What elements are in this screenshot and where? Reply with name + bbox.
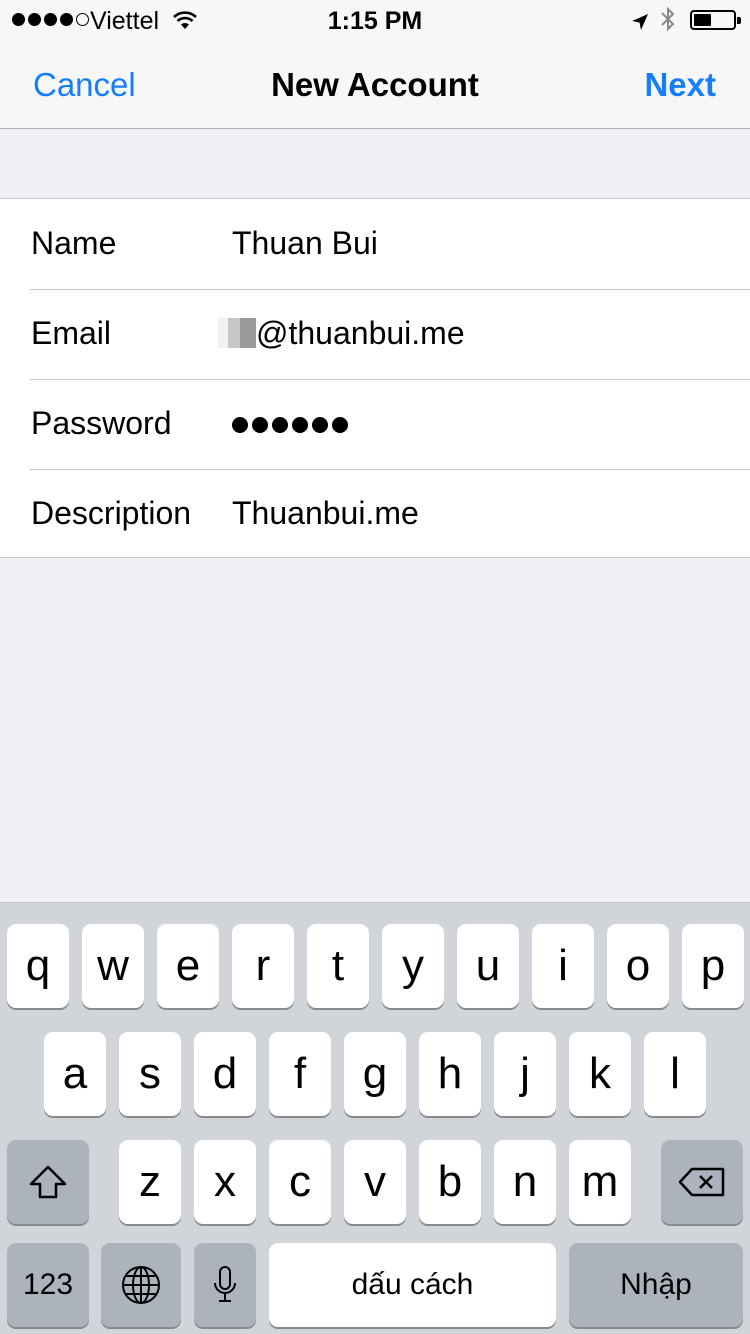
space-key[interactable]: dấu cách <box>269 1243 556 1327</box>
key-m[interactable]: m <box>569 1140 631 1224</box>
next-button[interactable]: Next <box>644 66 716 104</box>
microphone-icon <box>214 1266 236 1302</box>
globe-key[interactable] <box>101 1243 181 1327</box>
return-key[interactable]: Nhập <box>569 1243 743 1327</box>
email-domain: @thuanbui.me <box>256 315 465 351</box>
key-l[interactable]: l <box>644 1032 706 1116</box>
key-i[interactable]: i <box>532 924 594 1008</box>
key-k[interactable]: k <box>569 1032 631 1116</box>
key-q[interactable]: q <box>7 924 69 1008</box>
shift-icon <box>29 1165 67 1199</box>
key-b[interactable]: b <box>419 1140 481 1224</box>
bluetooth-icon <box>660 6 676 39</box>
backspace-icon <box>678 1167 725 1197</box>
description-field[interactable]: Thuanbui.me <box>232 495 419 532</box>
globe-icon <box>122 1266 160 1304</box>
key-g[interactable]: g <box>344 1032 406 1116</box>
key-a[interactable]: a <box>44 1032 106 1116</box>
email-label: Email <box>31 315 112 351</box>
key-f[interactable]: f <box>269 1032 331 1116</box>
email-field[interactable]: @thuanbui.me <box>218 315 465 352</box>
key-c[interactable]: c <box>269 1140 331 1224</box>
password-label: Password <box>31 405 172 441</box>
key-r[interactable]: r <box>232 924 294 1008</box>
key-w[interactable]: w <box>82 924 144 1008</box>
redacted-email-user <box>218 318 256 348</box>
name-row[interactable]: Name Thuan Bui <box>0 199 750 289</box>
account-form: Name Thuan Bui Email @thuanbui.me Passwo… <box>0 198 750 558</box>
key-h[interactable]: h <box>419 1032 481 1116</box>
key-p[interactable]: p <box>682 924 744 1008</box>
password-field[interactable] <box>232 417 348 433</box>
key-u[interactable]: u <box>457 924 519 1008</box>
description-label: Description <box>31 495 192 531</box>
key-d[interactable]: d <box>194 1032 256 1116</box>
status-bar: Viettel 1:15 PM <box>0 0 750 40</box>
location-arrow-icon <box>631 10 649 38</box>
battery-icon <box>690 10 741 30</box>
dictation-key[interactable] <box>194 1243 256 1327</box>
name-label: Name <box>31 225 117 261</box>
name-field[interactable]: Thuan Bui <box>232 225 378 262</box>
shift-key[interactable] <box>7 1140 89 1224</box>
key-z[interactable]: z <box>119 1140 181 1224</box>
keyboard: q w e r t y u i o p a s d f g h j k l z … <box>0 902 750 1334</box>
key-v[interactable]: v <box>344 1140 406 1224</box>
email-row[interactable]: Email @thuanbui.me <box>0 289 750 379</box>
numbers-key[interactable]: 123 <box>7 1243 89 1327</box>
key-n[interactable]: n <box>494 1140 556 1224</box>
password-row[interactable]: Password <box>0 379 750 469</box>
page-title: New Account <box>271 66 479 103</box>
top-bar: Viettel 1:15 PM Cancel New Account Next <box>0 0 750 129</box>
description-row[interactable]: Description Thuanbui.me <box>0 469 750 559</box>
key-o[interactable]: o <box>607 924 669 1008</box>
key-t[interactable]: t <box>307 924 369 1008</box>
backspace-key[interactable] <box>661 1140 743 1224</box>
key-x[interactable]: x <box>194 1140 256 1224</box>
key-j[interactable]: j <box>494 1032 556 1116</box>
key-y[interactable]: y <box>382 924 444 1008</box>
key-e[interactable]: e <box>157 924 219 1008</box>
key-s[interactable]: s <box>119 1032 181 1116</box>
